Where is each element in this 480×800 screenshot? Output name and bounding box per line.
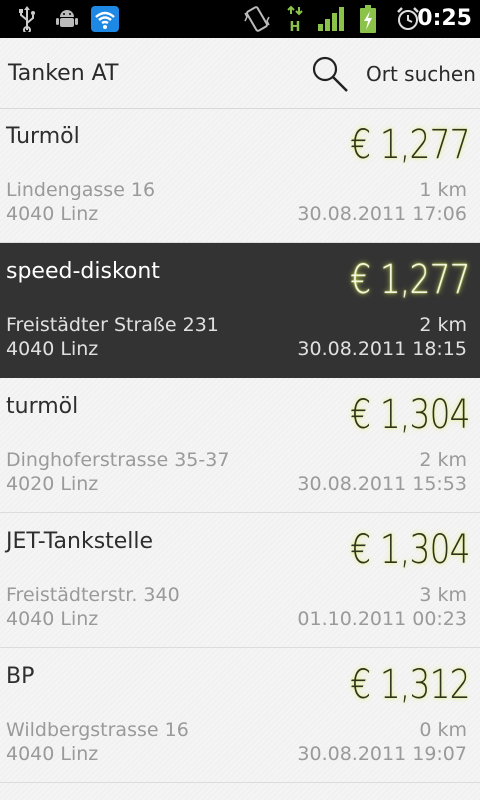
svg-text:H: H bbox=[290, 20, 301, 33]
station-price: € 1,304 bbox=[350, 527, 471, 573]
station-name: BP bbox=[6, 664, 35, 689]
station-date: 30.08.2011 17:06 bbox=[297, 203, 467, 225]
usb-icon bbox=[14, 0, 40, 38]
station-date: 30.08.2011 15:53 bbox=[297, 473, 467, 495]
station-row[interactable]: turmöl € 1,304 Dinghoferstrasse 35-37 40… bbox=[0, 378, 480, 513]
station-row[interactable]: JET-Tankstelle € 1,304 Freistädterstr. 3… bbox=[0, 513, 480, 648]
station-date: 30.08.2011 18:15 bbox=[297, 338, 467, 360]
station-row[interactable]: Turmöl € 1,277 Lindengasse 16 4040 Linz … bbox=[0, 108, 480, 243]
station-distance: 0 km bbox=[419, 719, 467, 741]
station-price: € 1,304 bbox=[350, 392, 471, 438]
station-price: € 1,312 bbox=[350, 662, 471, 708]
station-city: 4040 Linz bbox=[6, 203, 99, 225]
hspa-signal-icon: H bbox=[284, 0, 306, 38]
action-bar: Tanken AT Ort suchen bbox=[0, 38, 480, 109]
station-street: Wildbergstrasse 16 bbox=[6, 719, 189, 741]
station-date: 01.10.2011 00:23 bbox=[297, 608, 467, 630]
station-date: 30.08.2011 19:07 bbox=[297, 743, 467, 765]
station-street: Dinghoferstrasse 35-37 bbox=[6, 449, 230, 471]
battery-charging-icon bbox=[356, 0, 380, 38]
station-city: 4040 Linz bbox=[6, 743, 99, 765]
station-name: JET-Tankstelle bbox=[6, 529, 154, 554]
station-name: Turmöl bbox=[6, 124, 80, 149]
station-price: € 1,277 bbox=[350, 122, 471, 168]
search-location-button[interactable]: Ort suchen bbox=[308, 38, 480, 108]
search-icon bbox=[310, 54, 350, 98]
station-street: Lindengasse 16 bbox=[6, 179, 156, 201]
station-name: speed-diskont bbox=[6, 259, 160, 284]
search-location-label: Ort suchen bbox=[366, 62, 476, 86]
station-street: Freistädterstr. 340 bbox=[6, 584, 180, 606]
android-debug-icon bbox=[52, 0, 82, 38]
station-list: Turmöl € 1,277 Lindengasse 16 4040 Linz … bbox=[0, 108, 480, 783]
station-city: 4040 Linz bbox=[6, 608, 99, 630]
station-street: Freistädter Straße 231 bbox=[6, 314, 219, 336]
status-time: 0:25 bbox=[417, 6, 472, 31]
status-bar: H 0:25 bbox=[0, 0, 480, 38]
app-title: Tanken AT bbox=[8, 61, 119, 86]
station-distance: 3 km bbox=[419, 584, 467, 606]
station-name: turmöl bbox=[6, 394, 79, 419]
station-city: 4020 Linz bbox=[6, 473, 99, 495]
station-city: 4040 Linz bbox=[6, 338, 99, 360]
station-price: € 1,277 bbox=[350, 257, 471, 303]
station-distance: 2 km bbox=[419, 314, 467, 336]
station-distance: 1 km bbox=[419, 179, 467, 201]
vibrate-icon bbox=[242, 0, 272, 38]
wifi-icon bbox=[90, 0, 120, 38]
cell-signal-icon bbox=[316, 0, 346, 38]
station-distance: 2 km bbox=[419, 449, 467, 471]
station-row-selected[interactable]: speed-diskont € 1,277 Freistädter Straße… bbox=[0, 243, 480, 378]
station-row[interactable]: BP € 1,312 Wildbergstrasse 16 4040 Linz … bbox=[0, 648, 480, 783]
